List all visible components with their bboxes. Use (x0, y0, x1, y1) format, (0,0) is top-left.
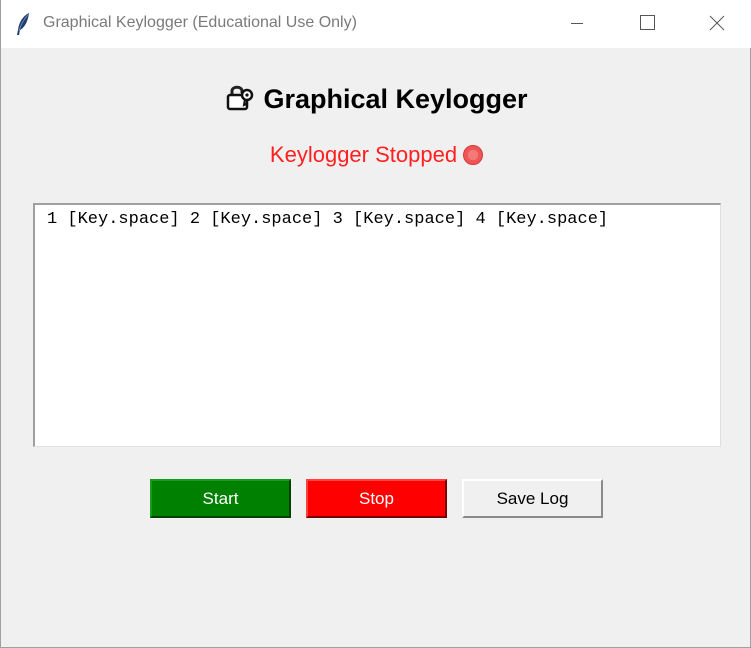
feather-icon (15, 12, 33, 36)
maximize-icon (640, 15, 655, 30)
window-title: Graphical Keylogger (Educational Use Onl… (43, 14, 357, 31)
close-icon (709, 15, 725, 31)
stop-button[interactable]: Stop (306, 479, 447, 518)
close-button[interactable] (682, 0, 751, 48)
red-circle-icon (463, 145, 484, 165)
save-log-button[interactable]: Save Log (462, 479, 603, 518)
status-text: Keylogger Stopped (269, 142, 458, 167)
minimize-icon (571, 23, 583, 24)
page-title-row: Graphical Keylogger (1, 82, 751, 115)
minimize-button[interactable] (542, 0, 612, 48)
app-window: Graphical Keylogger (Educational Use Onl… (0, 0, 751, 648)
maximize-button[interactable] (612, 0, 682, 48)
start-button[interactable]: Start (150, 479, 291, 518)
log-textbox[interactable]: 1 [Key.space] 2 [Key.space] 3 [Key.space… (33, 203, 721, 447)
log-content: 1 [Key.space] 2 [Key.space] 3 [Key.space… (47, 210, 609, 229)
status-row: Keylogger Stopped (1, 142, 751, 168)
title-bar[interactable]: Graphical Keylogger (Educational Use Onl… (1, 0, 751, 48)
page-title: Graphical Keylogger (263, 84, 528, 114)
lock-with-key-icon (225, 82, 255, 112)
